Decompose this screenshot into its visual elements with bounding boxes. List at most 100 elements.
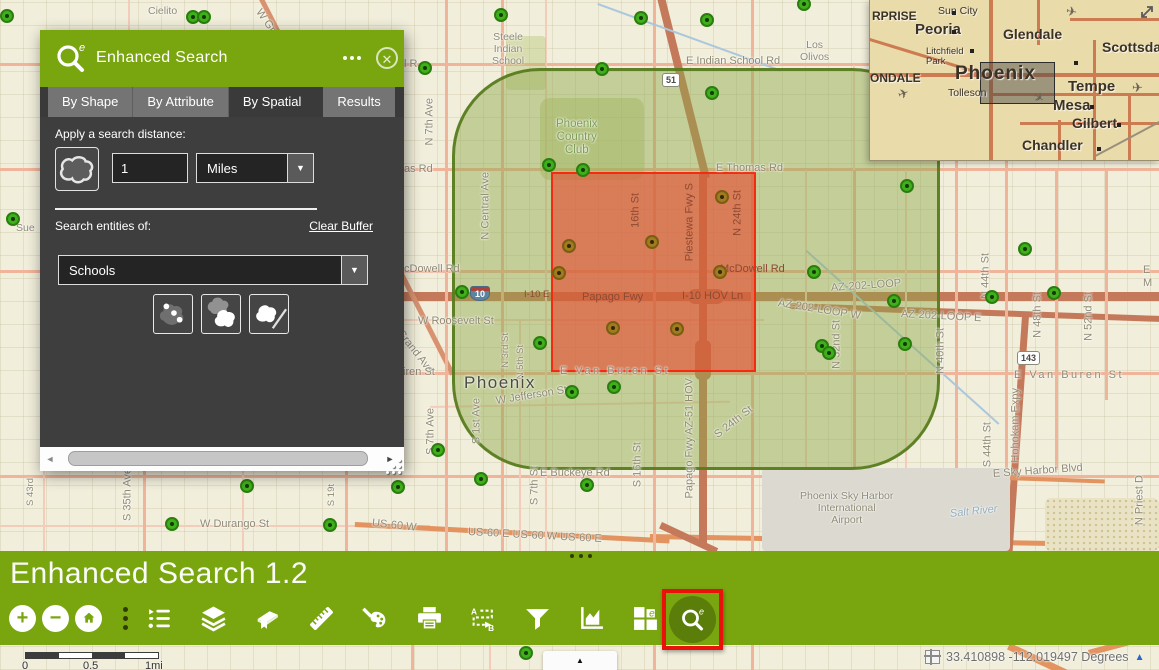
overview-expand-icon[interactable] [1138,3,1156,21]
draw-button[interactable] [360,603,390,633]
overview-city-label: Tempe [1068,78,1116,95]
school-dot[interactable] [705,86,719,100]
overview-road-segment [1128,93,1131,160]
tab-results[interactable]: Results [323,87,395,117]
school-dot[interactable] [580,478,594,492]
school-dot[interactable] [542,158,556,172]
overview-city-label: Chandler [1022,137,1083,153]
buffer-shape-button[interactable] [55,147,99,191]
scale-start-label: 0 [22,660,29,670]
school-dot[interactable] [822,346,836,360]
dialog-scrollbar[interactable]: ◄ ► [40,447,404,471]
enhanced-search-button[interactable]: e [662,589,723,650]
coordinate-icon[interactable] [924,649,941,665]
overview-map[interactable]: RPRISESun CityPeoriaGlendaleScottsdaleLi… [869,0,1159,161]
legend-button[interactable] [144,603,174,633]
coordinate-expand-icon[interactable]: ▲ [1135,652,1145,663]
svg-text:e: e [79,42,85,54]
overview-city-dot [1074,61,1078,65]
distance-input[interactable] [112,153,188,183]
school-dot[interactable] [519,646,533,660]
selected-school-dot[interactable] [715,190,729,204]
school-dot[interactable] [1047,286,1061,300]
filter-button[interactable] [522,603,552,633]
unit-select[interactable]: Miles ▼ [196,153,314,183]
tab-by-spatial[interactable]: By Spatial [228,87,316,117]
scrollbar-thumb[interactable] [68,451,368,466]
overview-city-dot [1090,105,1094,109]
zoom-in-button[interactable]: + [9,603,36,633]
school-dot[interactable] [455,285,469,299]
print-button[interactable] [414,603,444,633]
school-dot[interactable] [797,0,811,11]
tab-by-attribute[interactable]: By Attribute [133,87,229,117]
dialog-header[interactable]: e Enhanced Search ✕ [40,30,404,87]
overview-city-dot [952,30,956,34]
selected-school-dot[interactable] [552,266,566,280]
spatial-points-button[interactable] [153,294,193,334]
selected-school-dot[interactable] [645,235,659,249]
selected-school-dot[interactable] [713,265,727,279]
overview-city-dot [1117,123,1121,127]
chart-button[interactable] [576,603,606,633]
school-dot[interactable] [1018,242,1032,256]
school-dot[interactable] [607,380,621,394]
measure-button[interactable] [306,603,336,633]
school-dot[interactable] [533,336,547,350]
directions-button[interactable]: AB [468,603,498,633]
directions-icon: AB [470,605,497,633]
apps-button[interactable]: e [630,603,660,633]
clear-buffer-link[interactable]: Clear Buffer [309,219,373,233]
scroll-left-icon[interactable]: ◄ [40,454,60,464]
tab-by-shape[interactable]: By Shape [48,87,134,117]
selected-school-dot[interactable] [562,239,576,253]
school-dot[interactable] [418,61,432,75]
selected-school-dot[interactable] [670,322,684,336]
spatial-polygon-button[interactable] [201,294,241,334]
school-dot[interactable] [431,443,445,457]
unit-select-value: Miles [207,160,238,176]
layer-select-value: Schools [69,262,116,278]
bookmark-button[interactable] [252,603,282,633]
home-button[interactable] [75,603,102,633]
selected-school-dot[interactable] [606,321,620,335]
school-dot[interactable] [474,472,488,486]
school-dot[interactable] [0,9,14,23]
layer-select[interactable]: Schools ▼ [58,255,368,285]
print-icon [416,605,443,632]
school-dot[interactable] [634,11,648,25]
attribute-table-toggle[interactable]: ▲ [543,651,617,670]
school-dot[interactable] [576,163,590,177]
school-dot[interactable] [240,479,254,493]
overview-road-segment [1093,40,1096,160]
svg-text:e: e [699,606,704,616]
school-dot[interactable] [595,62,609,76]
school-dot[interactable] [565,385,579,399]
more-button[interactable] [118,603,132,633]
scale-end-label: 1mi [145,660,163,670]
layers-button[interactable] [198,603,228,633]
overview-city-label: Scottsdale [1102,39,1159,55]
school-dot[interactable] [6,212,20,226]
school-dot[interactable] [165,517,179,531]
dialog-resize-handle[interactable] [386,459,404,475]
school-dot[interactable] [494,8,508,22]
overview-city-label: RPRISE [872,9,917,23]
school-dot[interactable] [700,13,714,27]
school-dot[interactable] [887,294,901,308]
school-dot[interactable] [898,337,912,351]
dialog-menu-icon[interactable] [343,56,361,60]
spatial-line-button[interactable] [249,294,289,334]
zoom-out-button[interactable]: − [42,603,69,633]
school-dot[interactable] [900,179,914,193]
school-dot[interactable] [197,10,211,24]
school-dot[interactable] [323,518,337,532]
zoom-in-icon: + [9,604,36,632]
footer-drag-handle[interactable] [570,554,592,558]
school-dot[interactable] [985,290,999,304]
school-dot[interactable] [391,480,405,494]
close-icon[interactable]: ✕ [376,47,398,69]
school-dot[interactable] [807,265,821,279]
svg-text:B: B [488,622,494,631]
airport-icon: ✈ [895,84,911,103]
